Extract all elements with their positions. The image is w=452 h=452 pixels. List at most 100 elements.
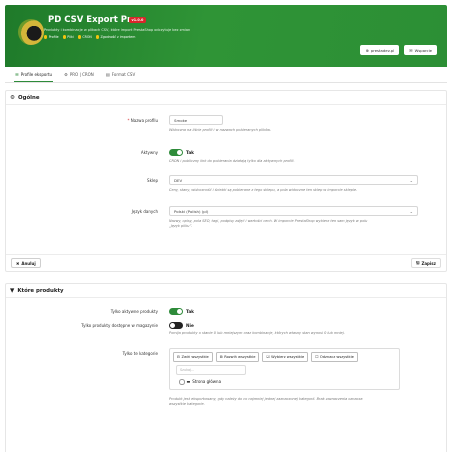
version-badge: v1.0.0 [129, 17, 146, 23]
only-available-field: Nie Pomija produkty o stanie 0 lub mniej… [169, 322, 446, 336]
cancel-button-label: Anuluj [21, 260, 36, 266]
collapse-all-label: Zwiń wszystkie [181, 355, 209, 359]
tab-bar: ☰ Profile eksportu ⚙ PRO | CRON ▤ Format CS… [5, 67, 447, 83]
only-active-field: Tak [169, 308, 418, 315]
profile-name-field: Smoke Widoczna na liście profili i w naz… [169, 115, 446, 133]
feature-tag-label: Pliki [67, 35, 74, 39]
dot-icon [44, 35, 48, 39]
deselect-all-button[interactable]: ☐ Odznacz wszystkie [311, 352, 358, 362]
tab-csv-format[interactable]: ▤ Format CSV [105, 67, 136, 82]
expand-all-button[interactable]: ⊞ Rozwiń wszystkie [215, 352, 260, 362]
check-square-icon: ☑ [266, 355, 270, 359]
only-available-value: Nie [186, 323, 194, 328]
only-available-toggle-line: Nie [169, 322, 446, 329]
list-icon: ☰ [15, 71, 19, 77]
categories-help: Produkt jest eksportowany, gdy należy do… [169, 396, 363, 406]
support-button[interactable]: ✉ Wsparcie [404, 45, 437, 55]
select-all-button[interactable]: ☑ Wybierz wszystkie [262, 352, 309, 362]
categories-field: ⊟ Zwiń wszystkie ⊞ Rozwiń wszystkie ☑ Wybie… [169, 348, 446, 407]
feature-tag-label: Zgodność z importem [100, 35, 136, 39]
categories-label: Tylko te kategorie [122, 351, 158, 356]
products-panel-header: ▼ Które produkty [6, 284, 446, 298]
feature-tag: CRON [77, 35, 92, 39]
chevron-down-icon: ⌄ [409, 208, 413, 214]
tab-export-profiles[interactable]: ☰ Profile eksportu [14, 67, 54, 82]
gear-icon: ⚙ [64, 72, 68, 77]
module-title: PD CSV Export Pro [48, 15, 137, 25]
save-button[interactable]: 🖫 Zapisz [411, 258, 441, 268]
feature-tag: Pliki [62, 35, 74, 39]
collapse-all-button[interactable]: ⊟ Zwiń wszystkie [173, 352, 213, 362]
active-toggle-line: Tak [169, 149, 446, 156]
feature-tag-label: CRON [82, 35, 92, 39]
tab-pro-cron[interactable]: ⚙ PRO | CRON [63, 67, 95, 82]
active-toggle-value: Tak [186, 150, 194, 155]
save-icon: 🖫 [416, 259, 420, 265]
feature-tags: Profile Pliki CRON Zgodność z importem [44, 35, 135, 39]
only-available-label: Tylko produkty dostępne w magazynie [81, 323, 158, 328]
feature-tag-label: Profile [48, 35, 59, 39]
active-field: Tak CRON i publiczny link do pobierania … [169, 149, 446, 164]
products-panel: ▼ Które produkty Tylko aktywne produkty … [5, 283, 447, 452]
language-help: Nazwy, opisy, pola SEO, tagi, podpisy zd… [169, 219, 368, 229]
deselect-all-label: Odznacz wszystkie [319, 355, 354, 359]
select-all-label: Wybierz wszystkie [271, 355, 305, 359]
only-active-value: Tak [186, 309, 194, 314]
shop-help: Ceny, stany, widoczność i ścieżki są pob… [169, 188, 358, 192]
feature-tag: Profile [44, 35, 59, 39]
shop-field: DEV ⌄ Ceny, stany, widoczność i ścieżki s… [169, 175, 418, 193]
module-header: PD CSV Export Pro v1.0.0 Produkty i komb… [5, 5, 447, 67]
chevron-down-icon: ⌄ [409, 177, 413, 183]
tab-label: Profile eksportu [20, 71, 53, 77]
close-icon: ✖ [16, 260, 20, 266]
module-subtitle: Produkty i kombinacje w plikach CSV, któ… [44, 28, 191, 32]
mail-icon: ✉ [409, 47, 413, 53]
header-buttons: ⊕ prestadev.pl ✉ Wsparcie [360, 45, 437, 55]
square-icon: ☐ [315, 355, 319, 359]
dot-icon [62, 35, 66, 39]
category-tree: ⊟ Zwiń wszystkie ⊞ Rozwiń wszystkie ☑ Wybie… [169, 348, 400, 390]
language-select-value: Polski (Polish) (pl) [174, 208, 209, 214]
only-available-toggle[interactable] [169, 322, 183, 329]
support-button-label: Wsparcie [414, 47, 432, 53]
expand-all-label: Rozwiń wszystkie [224, 355, 256, 359]
only-active-label: Tylko aktywne produkty [110, 309, 158, 314]
website-button-label: prestadev.pl [370, 47, 395, 53]
shop-label: Sklep [147, 178, 158, 183]
general-panel: ⚙ Ogólne * Nazwa profilu Smoke Widoczna … [5, 90, 447, 272]
profile-name-label: * Nazwa profilu [127, 118, 158, 123]
cancel-button[interactable]: ✖ Anuluj [11, 258, 41, 268]
category-search-input[interactable]: Szukaj... [176, 365, 246, 375]
tab-label: PRO | CRON [69, 72, 94, 77]
dot-icon [95, 35, 100, 39]
language-field: Polski (Polish) (pl) ⌄ Nazwy, opisy, pola… [169, 206, 418, 229]
website-button[interactable]: ⊕ prestadev.pl [360, 45, 400, 55]
expand-icon: ⊞ [219, 355, 223, 359]
active-help: CRON i publiczny link do pobierania dzia… [169, 159, 295, 163]
general-panel-header: ⚙ Ogólne [6, 91, 446, 105]
dot-icon [77, 35, 82, 39]
save-button-label: Zapisz [421, 260, 436, 266]
category-root-label[interactable]: Strona główna [192, 379, 221, 384]
filter-icon: ▼ [10, 287, 15, 294]
category-root-checkbox[interactable] [179, 379, 185, 385]
only-active-toggle[interactable] [169, 308, 183, 315]
shop-select-value: DEV [174, 177, 183, 183]
only-active-toggle-line: Tak [169, 308, 418, 315]
language-label: Język danych [131, 209, 158, 214]
tab-label: Format CSV [111, 72, 136, 77]
only-available-help: Pomija produkty o stanie 0 lub mniejszym… [169, 331, 345, 335]
active-toggle[interactable] [169, 149, 183, 156]
profile-name-input[interactable]: Smoke [169, 115, 223, 125]
profile-name-help: Widoczna na liście profili i w nazwach p… [169, 128, 272, 132]
file-icon: ▤ [105, 72, 110, 77]
cogs-icon: ⚙ [10, 94, 16, 101]
general-footer: ✖ Anuluj 🖫 Zapisz [6, 254, 446, 270]
page: PD CSV Export Pro v1.0.0 Produkty i komb… [0, 0, 452, 452]
active-label: Aktywny [140, 150, 158, 155]
category-tree-root: ▬ Strona główna [179, 379, 396, 385]
language-select[interactable]: Polski (Polish) (pl) ⌄ [169, 206, 418, 216]
collapse-icon: ⊟ [177, 355, 181, 359]
shop-select[interactable]: DEV ⌄ [169, 175, 418, 185]
feature-tag: Zgodność z importem [95, 35, 136, 39]
